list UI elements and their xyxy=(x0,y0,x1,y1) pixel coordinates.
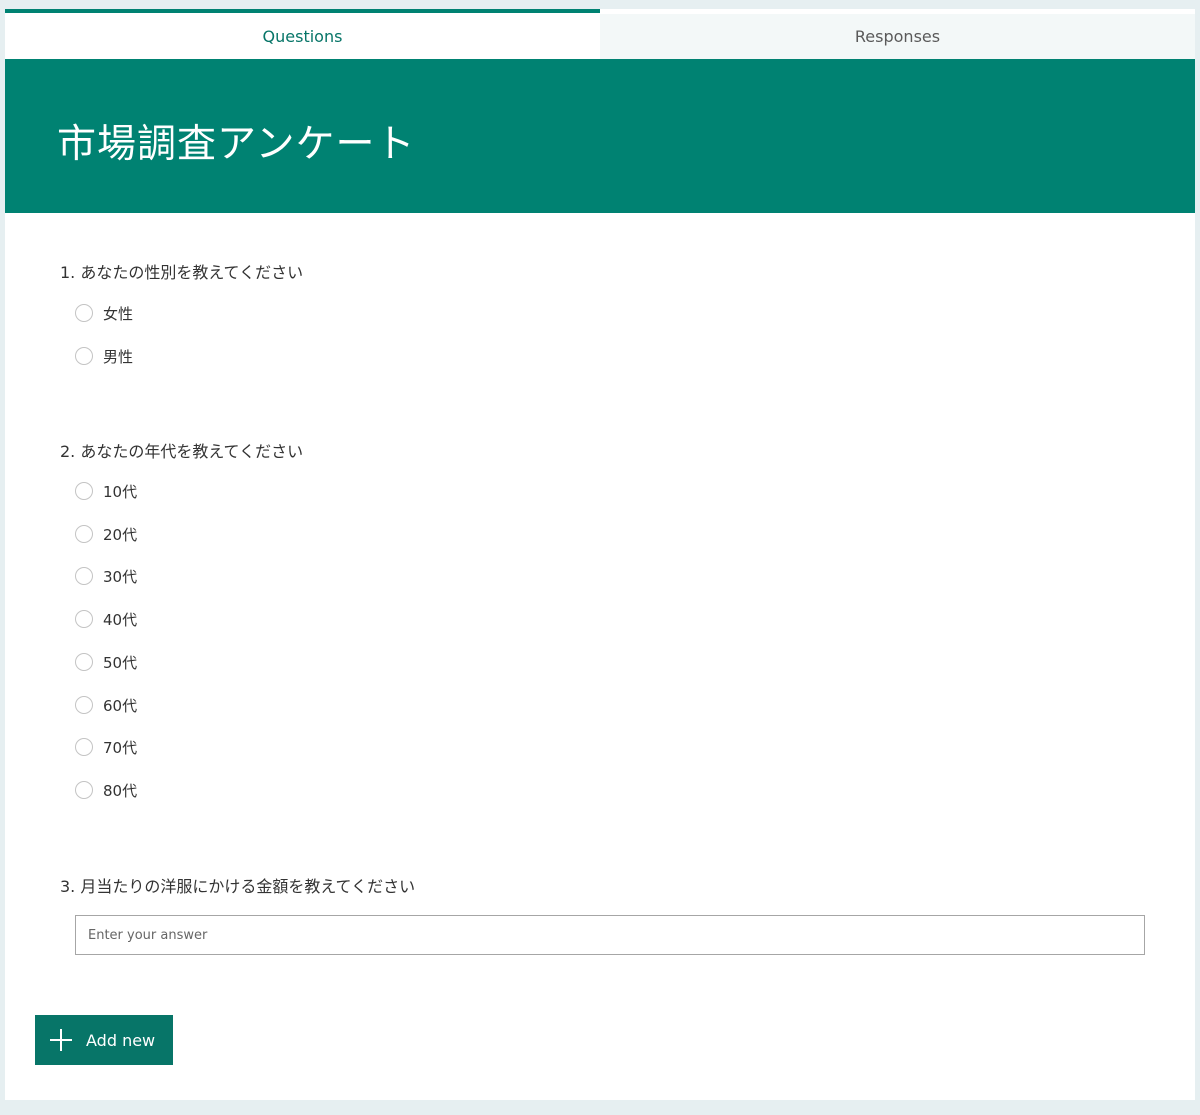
add-new-button[interactable]: Add new xyxy=(35,1015,173,1065)
radio-button[interactable] xyxy=(75,525,93,543)
radio-button[interactable] xyxy=(75,482,93,500)
tab-bar: Questions Responses xyxy=(5,9,1195,59)
option-label: 60代 xyxy=(103,696,138,715)
radio-button[interactable] xyxy=(75,347,93,365)
radio-button[interactable] xyxy=(75,610,93,628)
radio-button[interactable] xyxy=(75,781,93,799)
option-label: 男性 xyxy=(103,347,134,366)
option-label: 30代 xyxy=(103,567,138,586)
radio-button[interactable] xyxy=(75,653,93,671)
question-2-title: 2. あなたの年代を教えてください xyxy=(60,442,304,461)
option-q2-2[interactable]: 20代 xyxy=(75,523,137,545)
add-new-label: Add new xyxy=(86,1030,156,1050)
option-q1-2[interactable]: 男性 xyxy=(75,345,133,367)
radio-button[interactable] xyxy=(75,738,93,756)
option-q2-4[interactable]: 40代 xyxy=(75,608,137,630)
option-label: 10代 xyxy=(103,482,138,501)
form-editor: Questions Responses 市場調査アンケート 1. あなたの性別を… xyxy=(5,9,1195,1100)
option-label: 40代 xyxy=(103,610,138,629)
option-q2-5[interactable]: 50代 xyxy=(75,651,137,673)
option-label: 20代 xyxy=(103,525,138,544)
option-q2-7[interactable]: 70代 xyxy=(75,736,137,758)
option-label: 80代 xyxy=(103,781,138,800)
question-1-title: 1. あなたの性別を教えてください xyxy=(60,263,304,282)
radio-button[interactable] xyxy=(75,696,93,714)
option-q2-8[interactable]: 80代 xyxy=(75,779,137,801)
plus-icon xyxy=(50,1029,72,1051)
form-title[interactable]: 市場調査アンケート xyxy=(57,113,415,169)
option-q2-1[interactable]: 10代 xyxy=(75,480,137,502)
option-label: 50代 xyxy=(103,653,138,672)
question-3-title: 3. 月当たりの洋服にかける金額を教えてください xyxy=(60,877,416,896)
tab-responses[interactable]: Responses xyxy=(600,14,1195,59)
option-q2-6[interactable]: 60代 xyxy=(75,694,137,716)
option-label: 女性 xyxy=(103,304,134,323)
option-q2-3[interactable]: 30代 xyxy=(75,565,137,587)
tab-questions[interactable]: Questions xyxy=(5,9,600,59)
radio-button[interactable] xyxy=(75,567,93,585)
radio-button[interactable] xyxy=(75,304,93,322)
form-header-banner: 市場調査アンケート xyxy=(5,59,1195,213)
option-label: 70代 xyxy=(103,738,138,757)
answer-input[interactable] xyxy=(75,915,1145,955)
option-q1-1[interactable]: 女性 xyxy=(75,302,133,324)
